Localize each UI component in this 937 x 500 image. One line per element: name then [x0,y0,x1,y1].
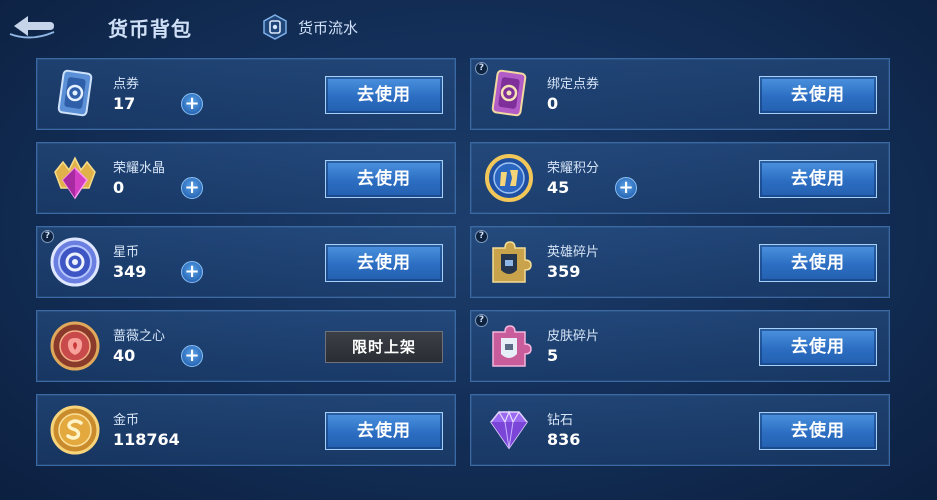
currency-card-rose-heart: 蔷薇之心 40 + 限时上架 [36,310,456,382]
currency-amount: 17 [113,94,136,113]
add-coupon-button[interactable]: + [181,93,203,115]
currency-amount: 0 [113,178,125,197]
currency-flow-link[interactable]: 货币流水 [262,14,358,40]
limited-time-button[interactable]: 限时上架 [325,331,443,363]
rose-heart-icon [50,321,100,371]
use-glory-crystal-button[interactable]: 去使用 [325,160,443,198]
hero-fragment-icon [492,241,532,283]
currency-card-skin-fragment: ? 皮肤碎片 5 去使用 [470,310,890,382]
currency-amount: 5 [547,346,559,365]
page-title: 货币背包 [108,17,192,41]
currency-card-diamond: 钻石 836 去使用 [470,394,890,466]
add-glory-crystal-button[interactable]: + [181,177,203,199]
use-gold-coin-button[interactable]: 去使用 [325,412,443,450]
use-coupon-button[interactable]: 去使用 [325,76,443,114]
currency-amount: 0 [547,94,559,113]
use-hero-fragment-button[interactable]: 去使用 [759,244,877,282]
currency-name: 点券 [113,77,140,92]
add-rose-heart-button[interactable]: + [181,345,203,367]
currency-name: 皮肤碎片 [547,329,600,344]
use-skin-fragment-button[interactable]: 去使用 [759,328,877,366]
top-bar: 货币背包 货币流水 [0,0,937,54]
currency-card-bound-coupon: ? 绑定点券 0 去使用 [470,58,890,130]
currency-name: 英雄碎片 [547,245,600,260]
currency-amount: 118764 [113,430,180,449]
currency-amount: 40 [113,346,136,365]
currency-card-hero-fragment: ? 英雄碎片 359 去使用 [470,226,890,298]
currency-card-gold-coin: 金币 118764 去使用 [36,394,456,466]
currency-card-glory-points: 荣耀积分 45 + 去使用 [470,142,890,214]
currency-card-glory-crystal: 荣耀水晶 0 + 去使用 [36,142,456,214]
gold-coin-icon [50,405,100,455]
currency-flow-label: 货币流水 [298,18,359,37]
currency-name: 钻石 [547,413,574,428]
use-star-coin-button[interactable]: 去使用 [325,244,443,282]
coupon-card-icon [57,69,93,117]
currency-amount: 359 [547,262,581,281]
currency-name: 荣耀积分 [547,161,600,176]
use-glory-points-button[interactable]: 去使用 [759,160,877,198]
currency-card-coupon: 点券 17 + 去使用 [36,58,456,130]
glory-crystal-icon [54,156,96,200]
currency-name: 蔷薇之心 [113,329,166,344]
glory-points-icon [485,154,533,202]
currency-name: 星币 [113,245,140,260]
currency-name: 金币 [113,413,140,428]
diamond-icon [490,410,528,450]
skin-fragment-icon [492,325,532,367]
use-diamond-button[interactable]: 去使用 [759,412,877,450]
currency-card-star-coin: ? 星币 349 + 去使用 [36,226,456,298]
currency-name: 荣耀水晶 [113,161,166,176]
currency-amount: 836 [547,430,581,449]
star-coin-icon [50,237,100,287]
currency-flow-icon [263,14,287,40]
currency-amount: 349 [113,262,147,281]
back-arrow-icon[interactable] [6,12,56,40]
add-glory-points-button[interactable]: + [615,177,637,199]
use-bound-coupon-button[interactable]: 去使用 [759,76,877,114]
currency-name: 绑定点券 [547,77,600,92]
bound-coupon-card-icon [491,69,527,117]
currency-amount: 45 [547,178,570,197]
add-star-coin-button[interactable]: + [181,261,203,283]
